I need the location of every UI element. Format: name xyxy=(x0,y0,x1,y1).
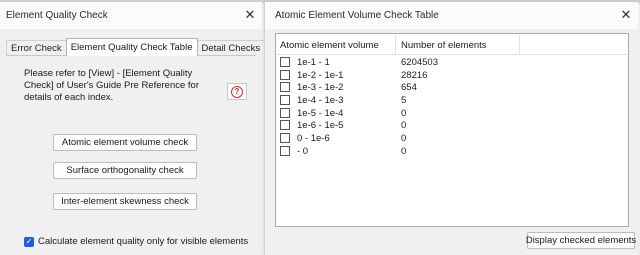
right-window-title: Atomic Element Volume Check Table xyxy=(275,10,439,21)
row-checkbox[interactable] xyxy=(280,95,290,106)
row-checkbox[interactable] xyxy=(280,107,290,118)
left-window-title: Element Quality Check xyxy=(6,10,108,21)
visible-only-checkbox[interactable]: ✓ xyxy=(24,236,34,247)
table-row[interactable]: 1e-6 - 1e-5 0 xyxy=(276,119,628,132)
question-circle-icon: ? xyxy=(231,85,243,98)
table-rows: 1e-1 - 1 6204503 1e-2 - 1e-1 28216 1e-3 … xyxy=(276,56,628,158)
table-row[interactable]: 1e-3 - 1e-2 654 xyxy=(276,81,628,94)
tab-error-check[interactable]: Error Check xyxy=(6,40,67,56)
element-count: 6204503 xyxy=(401,57,438,68)
table-row[interactable]: - 0 0 xyxy=(276,145,628,158)
row-checkbox[interactable] xyxy=(280,57,290,67)
display-checked-elements-button[interactable]: Display checked elements xyxy=(526,232,636,249)
table-row[interactable]: 1e-1 - 1 6204503 xyxy=(276,56,628,69)
table-row[interactable]: 1e-4 - 1e-3 5 xyxy=(276,94,628,107)
element-quality-check-window: Element Quality Check ✕ Error Check Elem… xyxy=(0,2,266,255)
close-icon[interactable]: ✕ xyxy=(242,7,258,23)
close-icon[interactable]: ✕ xyxy=(618,7,634,23)
volume-range: 0 - 1e-6 xyxy=(297,133,330,145)
tab-element-quality-check-table[interactable]: Element Quality Check Table xyxy=(65,38,198,56)
element-count: 654 xyxy=(401,82,417,94)
volume-range: 1e-2 - 1e-1 xyxy=(297,69,344,81)
table-row[interactable]: 0 - 1e-6 0 xyxy=(276,132,628,145)
atomic-element-volume-check-button[interactable]: Atomic element volume check xyxy=(53,134,197,151)
atomic-element-volume-check-table-window: Atomic Element Volume Check Table ✕ Atom… xyxy=(264,2,638,255)
volume-range: - 0 xyxy=(297,145,309,157)
element-count: 0 xyxy=(401,120,407,132)
element-count: 0 xyxy=(401,145,407,157)
element-count: 28216 xyxy=(401,69,428,81)
table-row[interactable]: 1e-2 - 1e-1 28216 xyxy=(276,69,628,82)
row-checkbox[interactable] xyxy=(280,82,290,93)
surface-orthogonality-check-button[interactable]: Surface orthogonality check xyxy=(53,162,197,179)
column-divider[interactable] xyxy=(519,35,520,54)
volume-range: 1e-6 - 1e-5 xyxy=(297,120,344,132)
column-divider[interactable] xyxy=(395,35,396,54)
element-count: 0 xyxy=(401,107,407,119)
row-checkbox[interactable] xyxy=(280,120,290,131)
visible-elements-option: ✓ Calculate element quality only for vis… xyxy=(24,236,248,247)
tab-strip: Error Check Element Quality Check Table … xyxy=(6,38,266,56)
table-header: Atomic element volume Number of elements xyxy=(276,34,628,55)
tab-detail-checks[interactable]: Detail Checks xyxy=(196,40,266,56)
table-row[interactable]: 1e-5 - 1e-4 0 xyxy=(276,107,628,120)
volume-range: 1e-1 - 1 xyxy=(297,57,330,68)
volume-check-table: Atomic element volume Number of elements… xyxy=(275,33,629,227)
element-count: 0 xyxy=(401,133,407,145)
help-button[interactable]: ? xyxy=(227,83,247,100)
reference-text: Please refer to [View] - [Element Qualit… xyxy=(24,68,199,103)
volume-range: 1e-4 - 1e-3 xyxy=(297,95,344,107)
visible-only-label: Calculate element quality only for visib… xyxy=(38,236,249,247)
row-checkbox[interactable] xyxy=(280,133,290,144)
element-count: 5 xyxy=(401,95,407,107)
column-header-count[interactable]: Number of elements xyxy=(401,40,487,51)
right-titlebar: Atomic Element Volume Check Table ✕ xyxy=(265,2,638,29)
row-checkbox[interactable] xyxy=(280,69,290,80)
row-checkbox[interactable] xyxy=(280,145,290,156)
left-titlebar: Element Quality Check ✕ xyxy=(0,2,262,29)
volume-range: 1e-3 - 1e-2 xyxy=(297,82,344,94)
column-header-volume[interactable]: Atomic element volume xyxy=(280,40,379,51)
inter-element-skewness-check-button[interactable]: Inter-element skewness check xyxy=(53,193,197,210)
volume-range: 1e-5 - 1e-4 xyxy=(297,107,344,119)
